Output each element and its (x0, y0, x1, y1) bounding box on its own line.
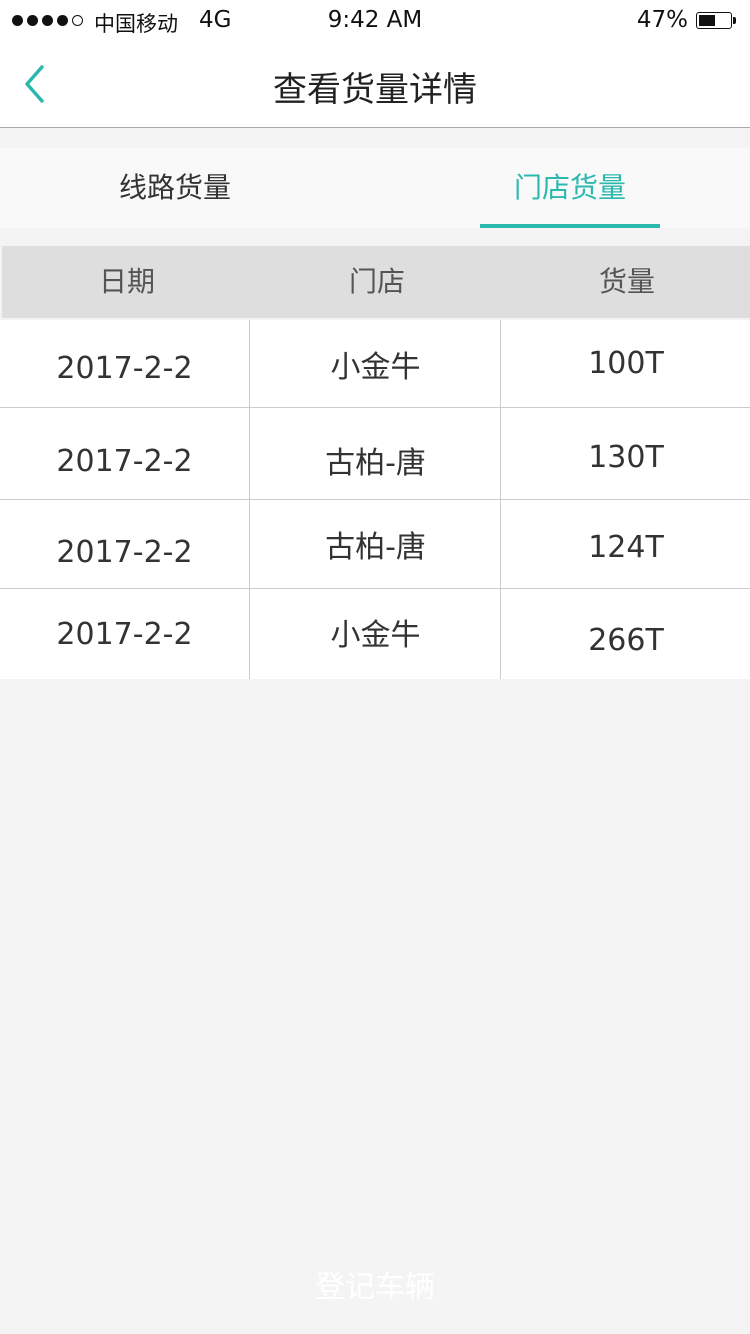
table-row[interactable]: 2017-2-2 古柏-唐 130T (0, 408, 750, 500)
table-body: 2017-2-2 小金牛 100T 2017-2-2 古柏-唐 130T 201… (0, 320, 750, 679)
store-cell: 小金牛 (251, 589, 501, 679)
volume-cell: 124T (588, 529, 664, 565)
table-row[interactable]: 2017-2-2 古柏-唐 124T (0, 500, 750, 589)
table-row[interactable]: 2017-2-2 小金牛 100T (0, 320, 750, 408)
tab-label: 门店货量 (513, 171, 626, 204)
column-header-volume: 货量 (598, 265, 655, 298)
nav-bar: 查看货量详情 (0, 42, 750, 128)
date-cell: 2017-2-2 (0, 589, 250, 679)
column-header-store: 门店 (348, 265, 405, 298)
store-cell: 古柏-唐 (251, 500, 501, 588)
date-cell: 2017-2-2 (0, 500, 250, 588)
tab-label: 线路货量 (118, 171, 231, 204)
tab-route-volume[interactable]: 线路货量 (85, 148, 265, 228)
register-vehicle-button[interactable]: 登记车辆 (0, 1256, 750, 1320)
volume-cell: 100T (588, 346, 664, 381)
tab-bar: 线路货量 门店货量 (0, 148, 750, 228)
date-cell: 2017-2-2 (0, 320, 250, 407)
table-header: 日期 门店 货量 (2, 246, 750, 318)
table-row[interactable]: 2017-2-2 小金牛 266T (0, 589, 750, 679)
store-cell: 小金牛 (251, 320, 501, 407)
store-cell: 古柏-唐 (251, 408, 501, 499)
page-title: 查看货量详情 (273, 70, 477, 110)
tab-store-volume[interactable]: 门店货量 (480, 148, 660, 228)
battery-percentage: 47% (636, 7, 688, 33)
column-header-date: 日期 (98, 265, 155, 298)
volume-cell: 130T (588, 440, 664, 475)
date-cell: 2017-2-2 (0, 408, 250, 499)
volume-cell: 266T (588, 622, 664, 658)
battery-icon (696, 12, 736, 29)
active-tab-indicator (480, 224, 660, 228)
status-bar: 中国移动 4G 9:42 AM 47% (0, 0, 750, 42)
